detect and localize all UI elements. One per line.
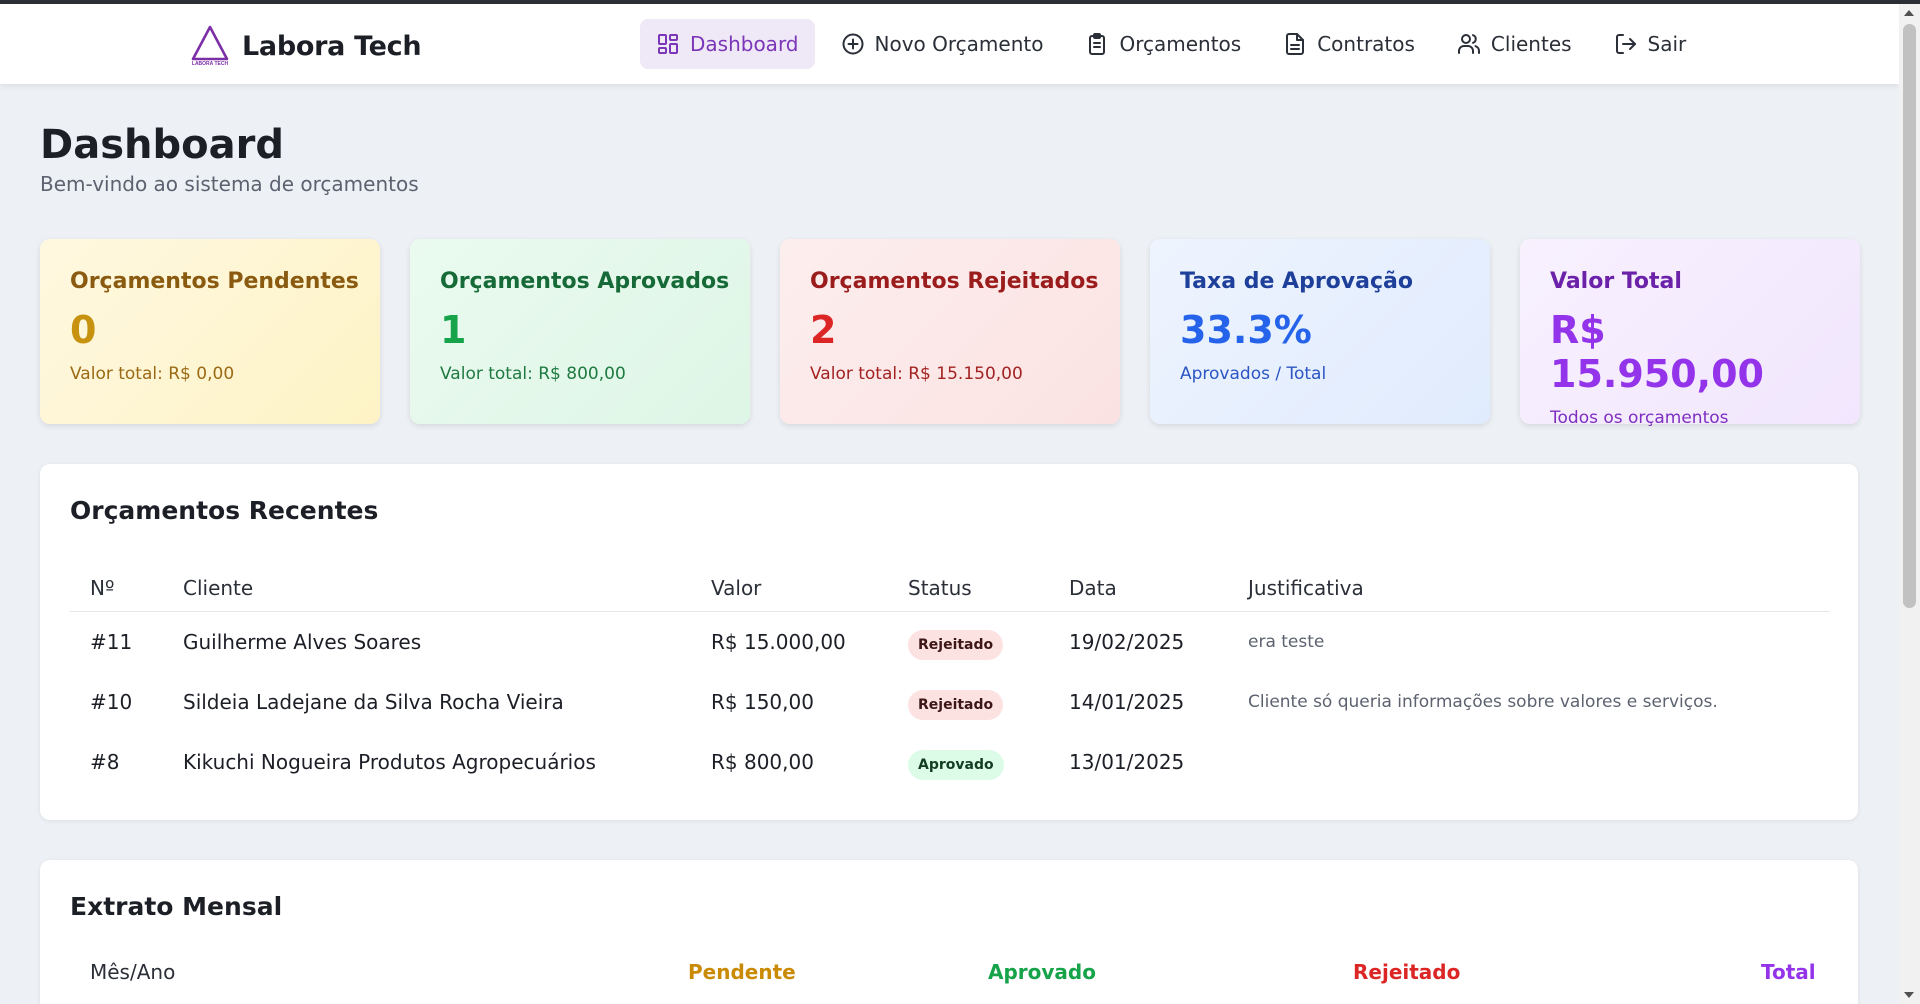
column-header-mes-ano: Mês/Ano <box>90 960 176 984</box>
column-header-valor: Valor <box>711 576 762 600</box>
document-icon <box>1286 33 1305 55</box>
scroll-down-arrow-icon[interactable] <box>1904 992 1914 998</box>
card-valor-total: Valor Total R$ 15.950,00 Todos os orçame… <box>1520 239 1860 428</box>
nav-contratos-label: Contratos <box>1317 32 1415 56</box>
card-taxa-aprovacao: Taxa de Aprovação 33.3% Aprovados / Tota… <box>1150 239 1490 424</box>
card-value: 0 <box>70 308 97 352</box>
column-header-aprovado: Aprovado <box>988 960 1096 984</box>
card-title: Orçamentos Rejeitados <box>810 269 1099 294</box>
card-subtext: Valor total: R$ 800,00 <box>440 364 626 384</box>
page-title: Dashboard <box>40 122 284 168</box>
main-nav: Dashboard Novo Orçamento Orçamentos Cont… <box>640 19 1702 69</box>
table-row[interactable]: #8 Kikuchi Nogueira Produtos Agropecuári… <box>70 732 1830 792</box>
scroll-thumb[interactable] <box>1903 24 1916 608</box>
cell-valor: R$ 15.000,00 <box>711 630 846 654</box>
page-scrollbar[interactable] <box>1899 4 1920 1004</box>
card-title: Orçamentos Pendentes <box>70 269 359 294</box>
scroll-up-arrow-icon[interactable] <box>1904 10 1914 16</box>
cell-cliente: Guilherme Alves Soares <box>183 630 422 654</box>
card-subtext: Todos os orçamentos <box>1550 408 1729 428</box>
cell-numero: #11 <box>90 630 133 654</box>
brand-name: Labora Tech <box>242 30 422 62</box>
status-badge: Rejeitado <box>908 690 1004 720</box>
nav-clientes-label: Clientes <box>1490 32 1572 56</box>
table-header: Nº Cliente Valor Status Data Justificati… <box>70 562 1830 612</box>
cell-justificativa: era teste <box>1248 632 1325 652</box>
section-title: Extrato Mensal <box>70 892 283 921</box>
cell-cliente: Kikuchi Nogueira Produtos Agropecuários <box>183 750 596 774</box>
table-row[interactable]: #10 Sildeia Ladejane da Silva Rocha Viei… <box>70 672 1830 732</box>
top-navbar: LABORA TECH Labora Tech Dashboard Novo O… <box>0 4 1899 84</box>
card-pendentes: Orçamentos Pendentes 0 Valor total: R$ 0… <box>40 239 380 424</box>
section-title: Orçamentos Recentes <box>70 496 379 525</box>
card-title: Valor Total <box>1550 269 1682 294</box>
card-title: Taxa de Aprovação <box>1180 269 1413 294</box>
cell-cliente: Sildeia Ladejane da Silva Rocha Vieira <box>183 690 564 714</box>
column-header-total: Total <box>1761 960 1816 984</box>
recent-quotes-panel: Orçamentos Recentes Nº Cliente Valor Sta… <box>40 464 1858 820</box>
monthly-statement-panel: Extrato Mensal Mês/Ano Pendente Aprovado… <box>40 860 1858 1004</box>
brand[interactable]: LABORA TECH Labora Tech <box>190 24 422 68</box>
card-aprovados: Orçamentos Aprovados 1 Valor total: R$ 8… <box>410 239 750 424</box>
column-header-justificativa: Justificativa <box>1248 576 1364 600</box>
nav-sair-label: Sair <box>1647 32 1687 56</box>
cell-data: 19/02/2025 <box>1069 630 1185 654</box>
table-header: Mês/Ano Pendente Aprovado Rejeitado Tota… <box>70 960 1830 1000</box>
card-subtext: Valor total: R$ 0,00 <box>70 364 235 384</box>
table-row[interactable]: #11 Guilherme Alves Soares R$ 15.000,00 … <box>70 612 1830 672</box>
column-header-data: Data <box>1069 576 1117 600</box>
nav-clientes[interactable]: Clientes <box>1441 19 1588 69</box>
card-subtext: Aprovados / Total <box>1180 364 1327 384</box>
card-value: 33.3% <box>1180 308 1312 352</box>
cell-justificativa: Cliente só queria informações sobre valo… <box>1248 692 1718 712</box>
nav-dashboard[interactable]: Dashboard <box>640 19 815 69</box>
users-icon <box>1457 34 1480 54</box>
card-title: Orçamentos Aprovados <box>440 269 730 294</box>
nav-novo-orcamento[interactable]: Novo Orçamento <box>825 19 1060 69</box>
cell-valor: R$ 800,00 <box>711 750 814 774</box>
nav-novo-orcamento-label: Novo Orçamento <box>874 32 1044 56</box>
column-header-pendente: Pendente <box>688 960 796 984</box>
column-header-cliente: Cliente <box>183 576 254 600</box>
cell-numero: #8 <box>90 750 120 774</box>
cell-data: 14/01/2025 <box>1069 690 1185 714</box>
dashboard-grid-icon <box>658 34 678 54</box>
nav-dashboard-label: Dashboard <box>690 32 799 56</box>
nav-contratos[interactable]: Contratos <box>1267 19 1431 69</box>
summary-cards: Orçamentos Pendentes 0 Valor total: R$ 0… <box>40 239 1860 428</box>
column-header-numero: Nº <box>90 576 115 600</box>
nav-orcamentos[interactable]: Orçamentos <box>1069 19 1257 69</box>
status-badge: Aprovado <box>908 750 1004 780</box>
column-header-rejeitado: Rejeitado <box>1353 960 1461 984</box>
cell-data: 13/01/2025 <box>1069 750 1185 774</box>
plus-circle-icon <box>842 33 864 55</box>
page-subtitle: Bem-vindo ao sistema de orçamentos <box>40 172 419 196</box>
logout-icon <box>1615 34 1636 54</box>
nav-sair[interactable]: Sair <box>1598 19 1703 69</box>
svg-text:LABORA TECH: LABORA TECH <box>192 61 229 67</box>
cell-valor: R$ 150,00 <box>711 690 814 714</box>
column-header-status: Status <box>908 576 972 600</box>
card-value: 2 <box>810 308 837 352</box>
card-value: 1 <box>440 308 467 352</box>
labora-logo-icon: LABORA TECH <box>191 25 229 67</box>
card-value: R$ 15.950,00 <box>1550 308 1764 396</box>
clipboard-icon <box>1089 33 1106 55</box>
card-subtext: Valor total: R$ 15.150,00 <box>810 364 1023 384</box>
card-rejeitados: Orçamentos Rejeitados 2 Valor total: R$ … <box>780 239 1120 424</box>
nav-orcamentos-label: Orçamentos <box>1119 32 1242 56</box>
status-badge: Rejeitado <box>908 630 1004 660</box>
cell-numero: #10 <box>90 690 133 714</box>
